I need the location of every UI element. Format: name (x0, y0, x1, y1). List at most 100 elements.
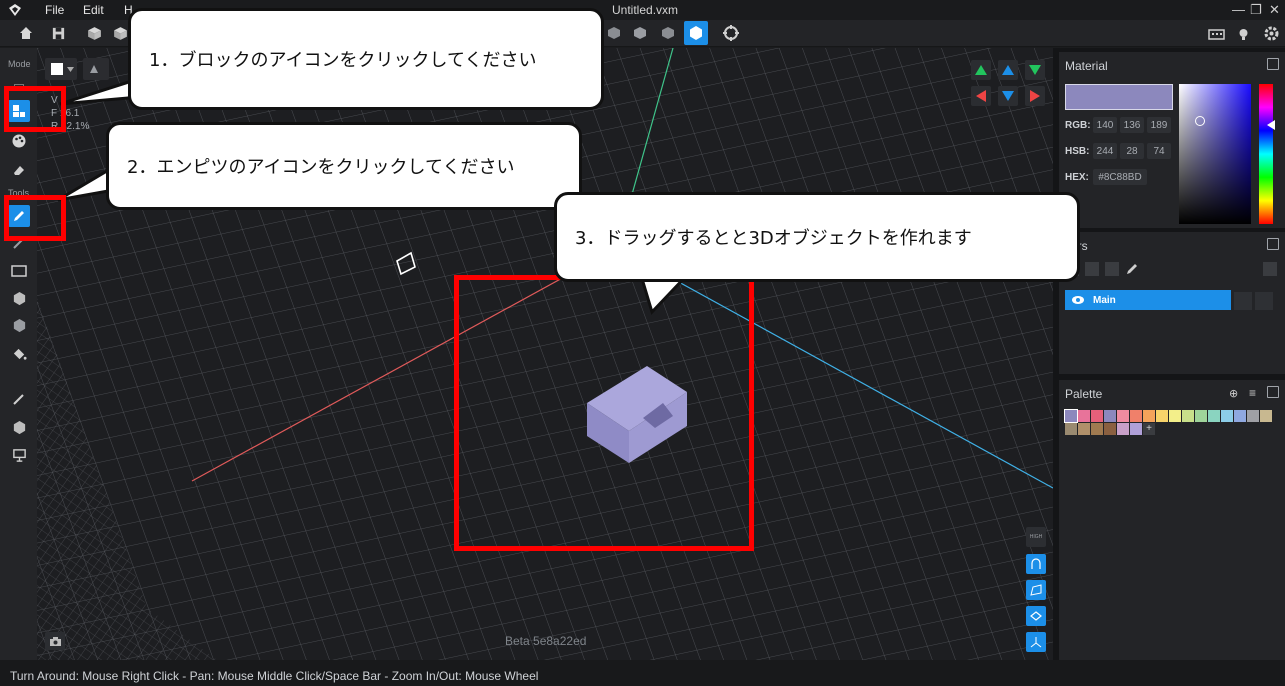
zoom-icon[interactable]: ⊕ (1229, 387, 1238, 400)
close-icon[interactable]: ✕ (1269, 2, 1280, 18)
light-button[interactable] (1231, 21, 1255, 45)
palette-swatch[interactable] (1182, 410, 1194, 422)
nav-up-left-button[interactable] (971, 60, 991, 80)
ground-toggle-button[interactable] (1026, 606, 1046, 626)
rgb-label: RGB: (1065, 120, 1091, 131)
hsb-h-field[interactable]: 244 (1093, 143, 1117, 159)
view-mode-button[interactable] (83, 58, 109, 80)
app-logo-icon (9, 4, 21, 16)
rgb-g-field[interactable]: 136 (1120, 117, 1144, 133)
palette-swatch[interactable] (1221, 410, 1233, 422)
camera-mode-button[interactable] (1026, 554, 1046, 574)
palette-swatch[interactable] (1130, 423, 1142, 435)
cube-icon (13, 291, 25, 305)
view-render-button[interactable] (684, 21, 708, 45)
restore-icon[interactable]: ❐ (1250, 2, 1262, 18)
palette-swatch[interactable] (1130, 410, 1142, 422)
grid-toggle-button[interactable] (1026, 580, 1046, 600)
hue-slider-handle-icon[interactable] (1267, 120, 1275, 130)
palette-swatch[interactable] (1091, 423, 1103, 435)
settings-button[interactable] (1259, 21, 1283, 45)
tool-fill-button[interactable] (8, 342, 30, 364)
merge-layer-icon[interactable] (1105, 262, 1119, 276)
nav-down-button[interactable] (998, 86, 1018, 106)
hsb-b-field[interactable]: 74 (1147, 143, 1171, 159)
mode-erase-button[interactable] (8, 159, 30, 181)
menu-file[interactable]: File (45, 3, 64, 17)
layer-down-icon[interactable] (1234, 292, 1252, 310)
palette-swatch[interactable] (1247, 410, 1259, 422)
rgb-b-field[interactable]: 189 (1147, 117, 1171, 133)
tool-present-button[interactable] (8, 444, 30, 466)
palette-swatch[interactable] (1104, 410, 1116, 422)
palette-swatch[interactable] (1117, 410, 1129, 422)
cube-shape-icon (13, 420, 25, 434)
palette-swatch[interactable] (1143, 410, 1155, 422)
color-swatch-button[interactable] (45, 58, 77, 80)
save-icon (52, 27, 64, 39)
palette-swatch[interactable] (1117, 423, 1129, 435)
viewport-toolbar (45, 58, 109, 80)
palette-swatch[interactable] (1064, 409, 1078, 423)
callout-step-1-text: 1．ブロックのアイコンをクリックしてください (149, 50, 537, 71)
hexagon-icon (690, 26, 702, 40)
delete-layer-icon[interactable] (1263, 262, 1277, 276)
arrow-down-icon (1029, 65, 1041, 75)
palette-swatch[interactable] (1234, 410, 1246, 422)
palette-swatch[interactable] (1091, 410, 1103, 422)
popout-icon[interactable] (1267, 238, 1279, 250)
palette-swatch[interactable] (1104, 423, 1116, 435)
palette-swatch[interactable] (1156, 410, 1168, 422)
nav-left-button[interactable] (971, 86, 991, 106)
view-solid-button[interactable] (602, 21, 626, 45)
view-shaded-button[interactable] (628, 21, 652, 45)
hex-field[interactable]: #8C88BD (1093, 169, 1147, 185)
axis-toggle-button[interactable] (1026, 632, 1046, 652)
target-button[interactable] (719, 21, 743, 45)
keyboard-button[interactable] (1204, 21, 1228, 45)
hsb-s-field[interactable]: 28 (1120, 143, 1144, 159)
tool-box-button[interactable] (8, 287, 30, 309)
popout-icon[interactable] (1267, 58, 1279, 70)
minimize-icon[interactable]: — (1232, 2, 1245, 17)
import-button[interactable] (82, 21, 106, 45)
tool-extrude-button[interactable] (8, 314, 30, 336)
crosshair-icon (723, 25, 739, 41)
menu-icon[interactable]: ≡ (1249, 386, 1256, 400)
screenshot-button[interactable] (45, 632, 65, 650)
gear-icon (1264, 26, 1278, 40)
palette-swatch[interactable] (1065, 423, 1077, 435)
duplicate-layer-icon[interactable] (1085, 262, 1099, 276)
palette-swatch[interactable] (1169, 410, 1181, 422)
callout-step-3: 3．ドラッグするとと3Dオブジェクトを作れます (554, 192, 1080, 282)
picker-handle[interactable] (1195, 116, 1205, 126)
layer-up-icon[interactable] (1255, 292, 1273, 310)
palette-swatch[interactable] (1208, 410, 1220, 422)
home-button[interactable] (14, 21, 38, 45)
hue-slider[interactable] (1259, 84, 1275, 224)
edit-layer-icon[interactable] (1125, 262, 1139, 276)
rgb-r-field[interactable]: 140 (1093, 117, 1117, 133)
saturation-value-picker[interactable] (1179, 84, 1251, 224)
nav-right-button[interactable] (1025, 86, 1045, 106)
quality-button[interactable]: HIGH (1026, 527, 1046, 547)
palette-swatch[interactable] (1078, 410, 1090, 422)
palette-swatch[interactable] (1078, 423, 1090, 435)
popout-icon[interactable] (1267, 386, 1279, 398)
view-wire-button[interactable] (656, 21, 680, 45)
eye-icon[interactable] (1071, 295, 1085, 305)
mode-paint-button[interactable] (8, 130, 30, 152)
tool-eyedropper-button[interactable] (8, 388, 30, 410)
nav-down-right-button[interactable] (1025, 60, 1045, 80)
add-color-icon[interactable]: + (1143, 423, 1155, 435)
status-bar: Turn Around: Mouse Right Click - Pan: Mo… (0, 660, 1285, 686)
keyboard-icon (1207, 29, 1225, 40)
layer-item[interactable]: Main (1065, 290, 1231, 310)
tool-rect-button[interactable] (8, 260, 30, 282)
save-button[interactable] (46, 21, 70, 45)
nav-up-button[interactable] (998, 60, 1018, 80)
menu-edit[interactable]: Edit (83, 3, 104, 17)
tool-shape-button[interactable] (8, 416, 30, 438)
palette-swatch[interactable] (1195, 410, 1207, 422)
palette-swatch[interactable] (1260, 410, 1272, 422)
